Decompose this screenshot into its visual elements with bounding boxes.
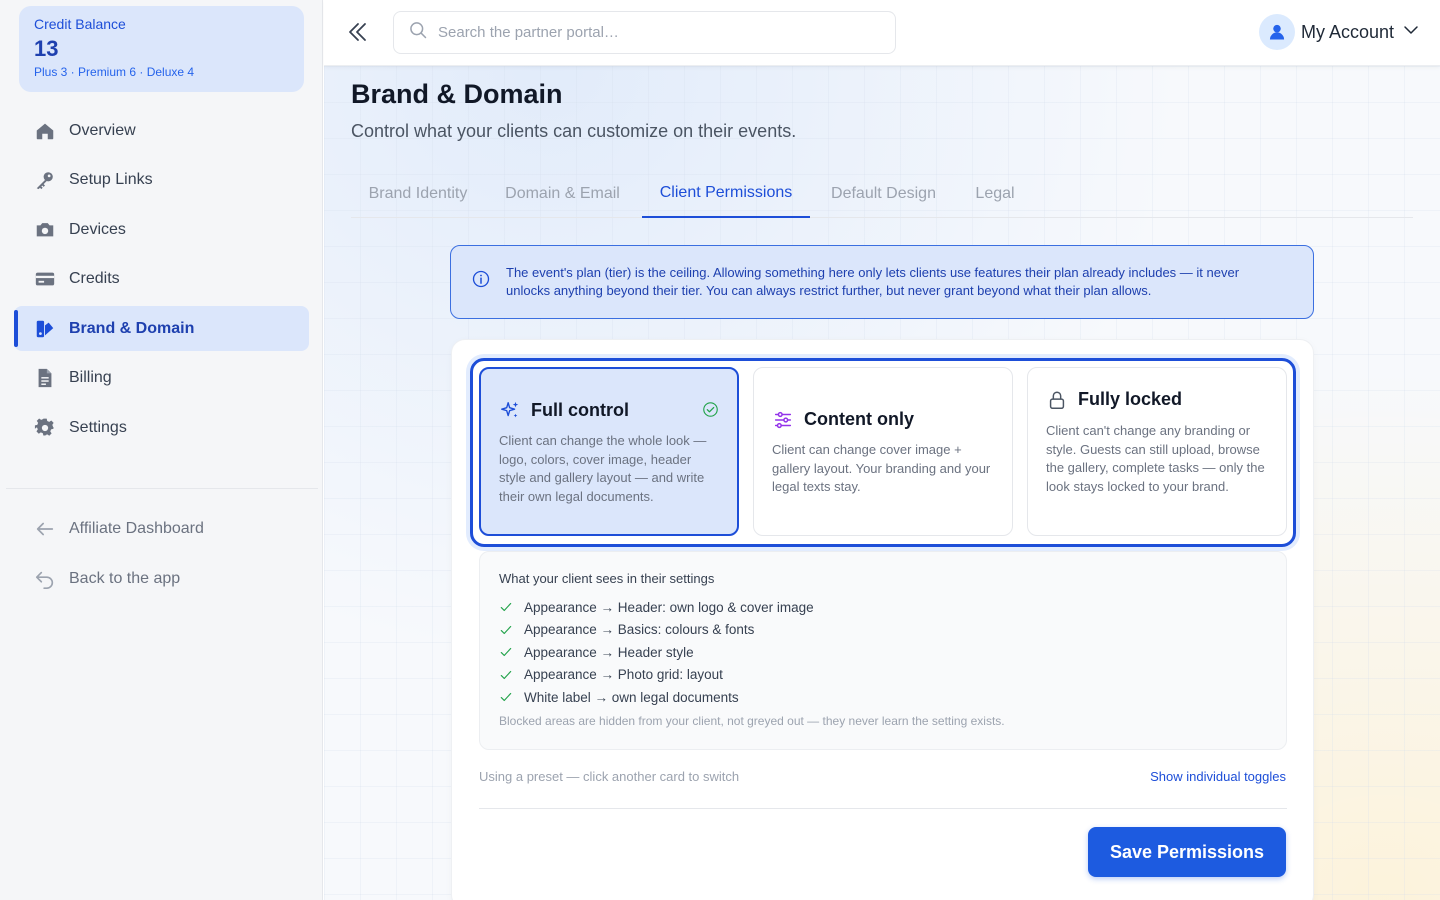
sidebar-item-overview[interactable]: Overview <box>14 108 309 153</box>
sidebar-item-credits[interactable]: Credits <box>14 257 309 302</box>
sidebar-divider <box>6 488 318 489</box>
page-title: Brand & Domain <box>351 79 563 109</box>
info-text: The event's plan (tier) is the ceiling. … <box>506 265 1240 298</box>
chevron-down-icon <box>1402 21 1420 44</box>
check-icon <box>499 645 513 659</box>
sidebar-item-brand-domain[interactable]: Brand & Domain <box>14 306 309 351</box>
plan-info-banner: The event's plan (tier) is the ceiling. … <box>450 245 1314 319</box>
sidebar-item-label: Credits <box>69 270 120 287</box>
check-icon <box>499 600 513 614</box>
summary-note: Blocked areas are hidden from your clien… <box>499 714 1005 728</box>
list-item: Appearance → Header: own logo & cover im… <box>499 596 814 619</box>
credit-card-icon <box>34 268 56 290</box>
sparkles-icon <box>499 400 521 427</box>
list-item: Appearance → Basics: colours & fonts <box>499 619 814 642</box>
preset-card-fully-locked[interactable]: Fully locked Client can't change any bra… <box>1027 367 1287 536</box>
search-input[interactable] <box>438 24 858 41</box>
tab-client-permissions[interactable]: Client Permissions <box>642 170 810 218</box>
tab-domain-email[interactable]: Domain & Email <box>491 170 634 218</box>
list-item-label: White label → own legal documents <box>524 689 739 705</box>
list-item: Appearance → Photo grid: layout <box>499 664 814 687</box>
sidebar-item-label: Settings <box>69 418 127 436</box>
list-item: White label → own legal documents <box>499 686 814 709</box>
list-item-label: Appearance → Photo grid: layout <box>524 667 723 683</box>
lock-icon <box>1046 389 1068 416</box>
sidebar-item-back-to-app[interactable]: Back to the app <box>14 556 309 601</box>
sliders-icon <box>772 409 794 436</box>
camera-icon <box>34 219 56 241</box>
sidebar-item-setup-links[interactable]: Setup Links <box>14 158 309 203</box>
page-subtitle: Control what your clients can customize … <box>351 121 797 141</box>
sidebar-item-devices[interactable]: Devices <box>14 207 309 252</box>
collapse-sidebar-icon[interactable] <box>346 20 370 44</box>
list-item-label: Appearance → Basics: colours & fonts <box>524 622 755 638</box>
sidebar-item-label: Affiliate Dashboard <box>69 519 204 537</box>
check-icon <box>499 668 513 682</box>
save-permissions-button[interactable]: Save Permissions <box>1088 827 1286 877</box>
sidebar-item-affiliate-dashboard[interactable]: Affiliate Dashboard <box>14 506 309 551</box>
document-icon <box>34 367 56 389</box>
summary-title: What your client sees in their settings <box>499 571 715 586</box>
gear-icon <box>34 417 56 439</box>
avatar <box>1258 14 1295 50</box>
tab-bar: Brand Identity Domain & Email Client Per… <box>351 170 1413 218</box>
visible-settings-list: Appearance → Header: own logo & cover im… <box>499 596 814 709</box>
user-icon <box>1269 24 1285 40</box>
key-icon <box>34 169 56 191</box>
sidebar-nav: Overview Setup Links Devices Credits Bra… <box>14 108 309 455</box>
list-item: Appearance → Header style <box>499 641 814 664</box>
preset-group: Full control Client can change the whole… <box>470 358 1296 547</box>
brand-icon <box>34 318 56 340</box>
sidebar-secondary-nav: Affiliate Dashboard Back to the app <box>14 506 309 606</box>
sidebar: Credit Balance 13 Plus 3 · Premium 6 · D… <box>0 0 323 900</box>
home-icon <box>34 120 56 142</box>
sidebar-item-label: Overview <box>69 121 136 139</box>
credit-balance-value: 13 <box>34 36 59 61</box>
preset-description: Client can't change any branding or styl… <box>1046 423 1265 494</box>
list-item-label: Appearance → Header: own logo & cover im… <box>524 599 814 615</box>
sidebar-item-label: Brand & Domain <box>69 319 195 337</box>
preset-title: Content only <box>804 409 914 429</box>
tab-legal[interactable]: Legal <box>971 170 1019 218</box>
account-menu[interactable]: My Account <box>1258 14 1420 50</box>
sidebar-item-label: Setup Links <box>69 171 153 188</box>
preset-hint: Using a preset — click another card to s… <box>479 769 740 784</box>
info-icon <box>471 269 491 294</box>
tab-default-design[interactable]: Default Design <box>821 170 946 218</box>
sidebar-item-label: Billing <box>69 369 112 386</box>
arrow-left-icon <box>34 518 56 540</box>
main-content: Brand & Domain Control what your clients… <box>324 66 1440 900</box>
credit-balance-title: Credit Balance <box>34 16 126 32</box>
preset-description: Client can change the whole look — logo,… <box>499 433 707 504</box>
return-icon <box>34 568 56 590</box>
sidebar-item-label: Devices <box>69 220 126 238</box>
permissions-panel: Full control Client can change the whole… <box>451 339 1314 900</box>
account-label: My Account <box>1300 21 1394 42</box>
panel-divider <box>479 808 1287 809</box>
credit-balance-card[interactable]: Credit Balance 13 Plus 3 · Premium 6 · D… <box>19 6 304 92</box>
tab-brand-identity[interactable]: Brand Identity <box>351 170 485 218</box>
preset-card-full-control[interactable]: Full control Client can change the whole… <box>479 367 739 536</box>
credit-breakdown: Plus 3 · Premium 6 · Deluxe 4 <box>34 65 195 79</box>
check-icon <box>499 690 513 704</box>
sidebar-item-settings[interactable]: Settings <box>14 405 309 450</box>
preset-description: Client can change cover image + gallery … <box>772 442 991 494</box>
check-icon <box>499 623 513 637</box>
client-visibility-summary: What your client sees in their settings … <box>479 551 1287 750</box>
top-bar: My Account <box>324 0 1440 66</box>
sidebar-item-label: Back to the app <box>69 569 181 587</box>
search-icon <box>408 20 428 45</box>
show-individual-toggles-link[interactable]: Show individual toggles <box>1150 769 1286 784</box>
sidebar-item-billing[interactable]: Billing <box>14 356 309 401</box>
preset-title: Fully locked <box>1078 389 1183 409</box>
preset-title: Full control <box>531 400 629 420</box>
list-item-label: Appearance → Header style <box>524 644 694 660</box>
preset-card-content-only[interactable]: Content only Client can change cover ima… <box>753 367 1013 536</box>
search-box[interactable] <box>393 11 896 54</box>
check-circle-icon <box>702 401 719 423</box>
